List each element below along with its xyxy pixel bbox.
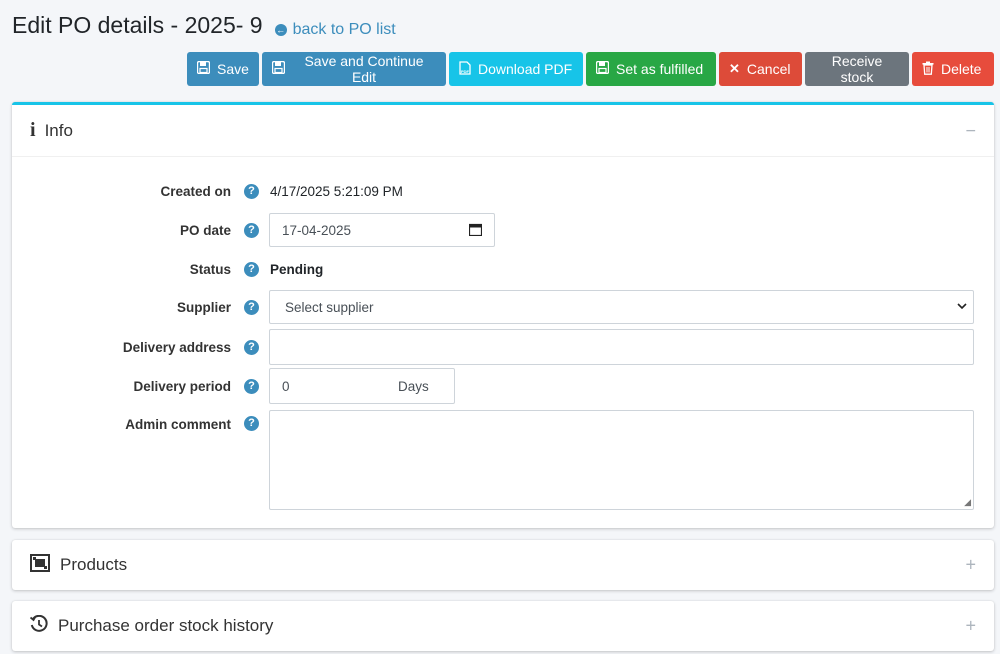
svg-text:PDF: PDF — [461, 69, 470, 74]
help-icon[interactable]: ? — [244, 183, 259, 199]
po-date-value: 17-04-2025 — [282, 222, 352, 238]
admin-comment-textarea[interactable]: ◢ — [269, 410, 974, 510]
status-label: Status — [189, 261, 231, 277]
info-card: i Info − Created on ? 4/17/2025 5:21:09 … — [12, 102, 994, 528]
field-supplier: Supplier ? Select supplier — [12, 290, 994, 324]
products-icon — [30, 553, 50, 577]
help-icon[interactable]: ? — [244, 299, 259, 315]
field-status: Status ? Pending — [12, 259, 994, 279]
supplier-value: Select supplier — [285, 299, 374, 315]
info-card-title: Info — [44, 120, 73, 140]
po-date-label: PO date — [179, 222, 231, 238]
products-card-title: Products — [60, 555, 128, 574]
field-admin-comment: Admin comment ? ◢ — [12, 410, 994, 510]
collapse-icon[interactable]: − — [965, 120, 976, 141]
expand-icon[interactable]: + — [965, 616, 976, 637]
download-pdf-label: Download PDF — [478, 61, 573, 77]
page-header: Edit PO details - 2025- 9 ← back to PO l… — [12, 12, 396, 39]
admin-comment-label: Admin comment — [125, 417, 231, 432]
help-icon[interactable]: ? — [244, 416, 259, 431]
back-to-list-link[interactable]: ← back to PO list — [274, 21, 396, 39]
set-fulfilled-label: Set as fulfilled — [616, 61, 704, 77]
stock-history-card-title: Purchase order stock history — [58, 616, 274, 635]
products-card-header[interactable]: Products + — [12, 540, 994, 590]
floppy-disk-icon — [595, 60, 610, 77]
arrow-left-circle-icon: ← — [274, 24, 287, 36]
delivery-period-input[interactable]: 0 Days — [269, 368, 455, 404]
po-date-input[interactable]: 17-04-2025 — [269, 213, 495, 247]
delivery-period-unit: Days — [398, 378, 429, 394]
close-icon: ✕ — [729, 61, 740, 76]
chevron-down-icon — [957, 299, 967, 314]
delivery-address-label: Delivery address — [122, 339, 231, 355]
save-continue-button[interactable]: Save and Continue Edit — [262, 52, 446, 86]
help-icon[interactable]: ? — [244, 261, 259, 277]
save-button[interactable]: Save — [187, 52, 259, 86]
calendar-icon[interactable] — [468, 223, 483, 239]
products-card: Products + — [12, 540, 994, 590]
cancel-label: Cancel — [746, 61, 791, 77]
cancel-button[interactable]: ✕ Cancel — [719, 52, 802, 86]
receive-stock-label: Receive stock — [831, 53, 883, 85]
floppy-disk-icon — [271, 60, 286, 77]
info-icon: i — [30, 119, 36, 141]
action-toolbar: Save Save and Continue Edit PDF Download… — [187, 52, 994, 86]
download-pdf-button[interactable]: PDF Download PDF — [449, 52, 583, 86]
back-link-label: back to PO list — [292, 21, 396, 38]
created-on-label: Created on — [160, 183, 231, 199]
trash-icon — [922, 61, 934, 78]
stock-history-card-header[interactable]: Purchase order stock history + — [12, 601, 994, 651]
delete-button[interactable]: Delete — [912, 52, 994, 86]
field-created-on: Created on ? 4/17/2025 5:21:09 PM — [12, 181, 994, 201]
field-po-date: PO date ? 17-04-2025 — [12, 213, 994, 247]
set-fulfilled-button[interactable]: Set as fulfilled — [586, 52, 716, 86]
help-icon[interactable]: ? — [244, 222, 259, 238]
delivery-period-label: Delivery period — [133, 378, 231, 394]
supplier-select[interactable]: Select supplier — [269, 290, 974, 324]
stock-history-card: Purchase order stock history + — [12, 601, 994, 651]
expand-icon[interactable]: + — [965, 555, 976, 576]
help-icon[interactable]: ? — [244, 378, 259, 394]
resize-handle-icon[interactable]: ◢ — [964, 497, 971, 508]
save-label: Save — [217, 61, 249, 77]
delivery-address-input[interactable] — [269, 329, 974, 365]
status-value: Pending — [270, 261, 324, 277]
field-delivery-address: Delivery address ? — [12, 329, 994, 365]
receive-stock-button[interactable]: Receive stock — [805, 52, 909, 86]
delivery-period-value: 0 — [282, 378, 290, 394]
created-on-value: 4/17/2025 5:21:09 PM — [270, 183, 403, 199]
save-continue-label: Save and Continue Edit — [304, 53, 424, 85]
pdf-file-icon: PDF — [459, 60, 471, 78]
info-card-header[interactable]: i Info − — [12, 105, 994, 157]
field-delivery-period: Delivery period ? 0 Days — [12, 368, 994, 404]
page-title: Edit PO details - 2025- 9 — [12, 12, 263, 38]
delete-label: Delete — [941, 61, 982, 77]
history-icon — [29, 614, 48, 638]
floppy-disk-icon — [196, 60, 211, 77]
supplier-label: Supplier — [176, 299, 231, 315]
help-icon[interactable]: ? — [244, 339, 259, 355]
